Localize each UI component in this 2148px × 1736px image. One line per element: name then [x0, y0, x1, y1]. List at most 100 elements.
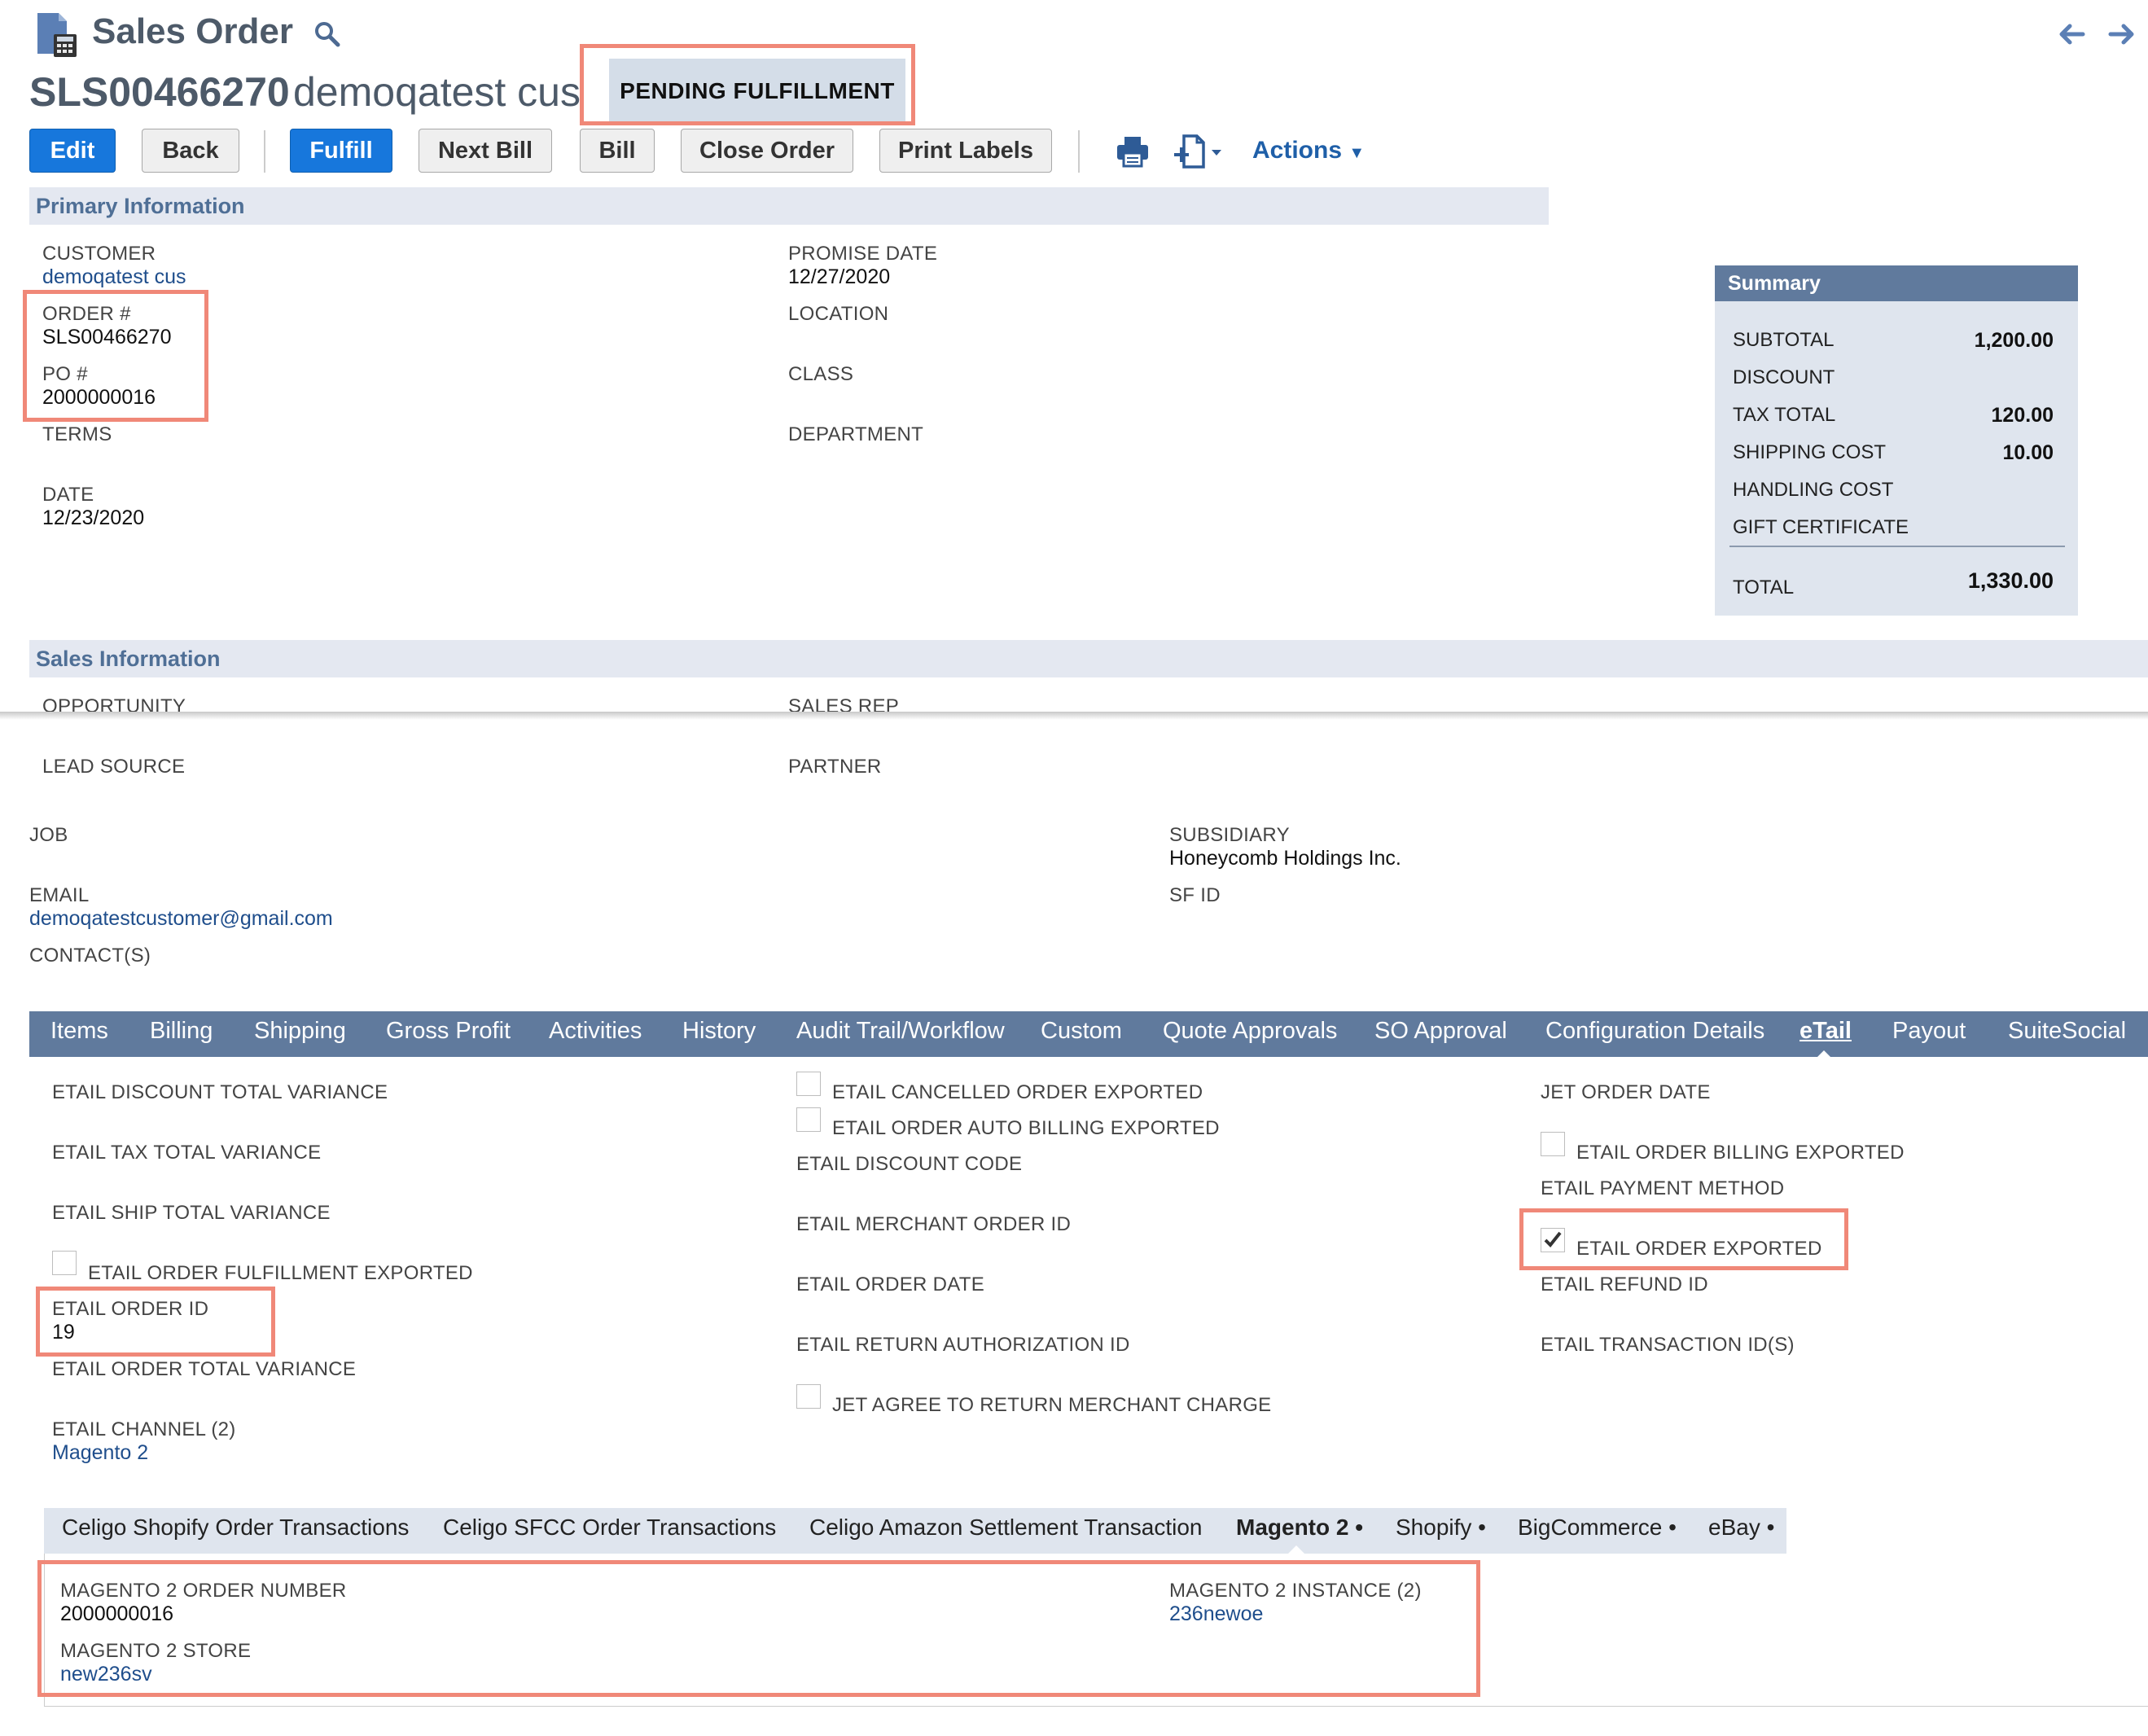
order-po-highlight: [23, 290, 208, 422]
subtab-bigcommerce-label: BigCommerce: [1518, 1515, 1663, 1540]
total-value: 1,330.00: [1967, 568, 2054, 593]
subsidiary-value: Honeycomb Holdings Inc.: [1169, 847, 1401, 870]
etail-auto-billing-exported-checkbox[interactable]: [796, 1107, 821, 1132]
tab-audit-trail[interactable]: Audit Trail/Workflow: [796, 1018, 1005, 1045]
bullet-icon: •: [1471, 1515, 1486, 1540]
active-tab-caret: [1816, 1050, 1832, 1059]
etail-total-variance-label: ETAIL ORDER TOTAL VARIANCE: [52, 1358, 357, 1380]
jet-order-date-label: JET ORDER DATE: [1541, 1081, 1711, 1103]
etail-discount-code-label: ETAIL DISCOUNT CODE: [796, 1153, 1023, 1175]
contacts-label: CONTACT(S): [29, 945, 151, 967]
bullet-icon: •: [1348, 1515, 1364, 1540]
etail-channel-link[interactable]: Magento 2: [52, 1441, 148, 1465]
new-document-icon[interactable]: [1173, 134, 1225, 169]
summary-title: Summary: [1715, 265, 2078, 301]
etail-payment-method-label: ETAIL PAYMENT METHOD: [1541, 1177, 1785, 1199]
tab-billing[interactable]: Billing: [150, 1018, 213, 1045]
jet-agree-label: JET AGREE TO RETURN MERCHANT CHARGE: [832, 1394, 1272, 1416]
subtab-celigo-amazon[interactable]: Celigo Amazon Settlement Transaction: [809, 1515, 1202, 1541]
customer-link[interactable]: demoqatest cus: [42, 265, 186, 289]
tab-custom[interactable]: Custom: [1041, 1018, 1122, 1045]
jet-agree-checkbox[interactable]: [796, 1384, 821, 1409]
tab-quote-approvals[interactable]: Quote Approvals: [1163, 1018, 1337, 1045]
etail-fulfillment-exported-checkbox[interactable]: [52, 1251, 77, 1275]
tab-payout[interactable]: Payout: [1892, 1018, 1966, 1045]
record-name: demoqatest cus: [293, 69, 581, 115]
sf-id-label: SF ID: [1169, 884, 1221, 906]
etail-auto-billing-exported-label: ETAIL ORDER AUTO BILLING EXPORTED: [832, 1117, 1220, 1139]
tab-so-approval[interactable]: SO Approval: [1374, 1018, 1507, 1045]
etail-transaction-ids-label: ETAIL TRANSACTION ID(S): [1541, 1334, 1795, 1356]
tab-suitesocial[interactable]: SuiteSocial: [2008, 1018, 2126, 1045]
summary-divider: [1729, 546, 2065, 547]
subtab-ebay[interactable]: eBay •: [1708, 1515, 1774, 1541]
summary-panel: [1715, 265, 2078, 616]
tax-total-label: TAX TOTAL: [1733, 404, 1836, 426]
class-label: CLASS: [788, 363, 854, 385]
tab-configuration-details[interactable]: Configuration Details: [1545, 1018, 1764, 1045]
etail-merchant-order-id-label: ETAIL MERCHANT ORDER ID: [796, 1213, 1072, 1235]
next-bill-button[interactable]: Next Bill: [419, 129, 552, 173]
close-order-button[interactable]: Close Order: [681, 129, 853, 173]
subtab-bigcommerce[interactable]: BigCommerce •: [1518, 1515, 1677, 1541]
handling-cost-label: HANDLING COST: [1733, 479, 1894, 501]
fulfill-button[interactable]: Fulfill: [290, 129, 392, 173]
subtab-shopify-label: Shopify: [1396, 1515, 1472, 1540]
actions-menu[interactable]: Actions ▼: [1252, 137, 1365, 164]
total-label: TOTAL: [1733, 576, 1795, 598]
date-value: 12/23/2020: [42, 506, 145, 529]
subtab-celigo-sfcc[interactable]: Celigo SFCC Order Transactions: [443, 1515, 776, 1541]
etail-billing-exported-checkbox[interactable]: [1541, 1132, 1565, 1156]
sales-order-icon: [34, 11, 80, 59]
sales-information-header[interactable]: Sales Information: [29, 640, 2148, 677]
etail-order-id-highlight: [36, 1287, 275, 1357]
status-highlight: [580, 44, 915, 125]
primary-information-header[interactable]: Primary Information: [29, 187, 1549, 225]
actions-label: Actions: [1252, 137, 1343, 164]
back-button[interactable]: Back: [142, 129, 239, 173]
customer-label: CUSTOMER: [42, 243, 156, 265]
subtab-magento-2[interactable]: Magento 2 •: [1236, 1515, 1363, 1541]
promise-date-label: PROMISE DATE: [788, 243, 938, 265]
lead-source-label: LEAD SOURCE: [42, 756, 186, 778]
tab-etail[interactable]: eTail: [1799, 1018, 1852, 1045]
subtotal-label: SUBTOTAL: [1733, 329, 1835, 351]
etail-order-exported-highlight: [1519, 1208, 1848, 1270]
print-icon[interactable]: [1116, 135, 1150, 168]
record-number: SLS00466270: [29, 69, 290, 115]
tab-gross-profit[interactable]: Gross Profit: [386, 1018, 511, 1045]
bullet-icon: •: [1662, 1515, 1677, 1540]
email-link[interactable]: demoqatestcustomer@gmail.com: [29, 907, 333, 931]
tab-activities[interactable]: Activities: [549, 1018, 642, 1045]
toolbar-divider: [264, 130, 265, 173]
subtab-celigo-shopify[interactable]: Celigo Shopify Order Transactions: [62, 1515, 409, 1541]
department-label: DEPARTMENT: [788, 423, 924, 445]
etail-cancelled-exported-checkbox[interactable]: [796, 1072, 821, 1096]
subtab-shopify[interactable]: Shopify •: [1396, 1515, 1486, 1541]
etail-discount-variance-label: ETAIL DISCOUNT TOTAL VARIANCE: [52, 1081, 388, 1103]
print-labels-button[interactable]: Print Labels: [879, 129, 1052, 173]
etail-order-date-label: ETAIL ORDER DATE: [796, 1274, 985, 1295]
bullet-icon: •: [1760, 1515, 1775, 1540]
bill-button[interactable]: Bill: [580, 129, 655, 173]
etail-fulfillment-exported-label: ETAIL ORDER FULFILLMENT EXPORTED: [88, 1262, 473, 1284]
chevron-down-icon: ▼: [1348, 144, 1366, 162]
search-icon[interactable]: [313, 20, 342, 49]
etail-return-auth-id-label: ETAIL RETURN AUTHORIZATION ID: [796, 1334, 1130, 1356]
etail-cancelled-exported-label: ETAIL CANCELLED ORDER EXPORTED: [832, 1081, 1203, 1103]
email-label: EMAIL: [29, 884, 90, 906]
tab-shipping[interactable]: Shipping: [254, 1018, 346, 1045]
toolbar-divider: [1078, 130, 1080, 173]
forward-arrow-icon[interactable]: [2107, 21, 2137, 47]
date-label: DATE: [42, 484, 94, 506]
page-title: Sales Order: [92, 11, 294, 51]
screenshot-seam: [0, 712, 2148, 720]
back-arrow-icon[interactable]: [2057, 21, 2086, 47]
tab-items[interactable]: Items: [50, 1018, 108, 1045]
tab-history[interactable]: History: [682, 1018, 756, 1045]
etail-refund-id-label: ETAIL REFUND ID: [1541, 1274, 1708, 1295]
etail-ship-variance-label: ETAIL SHIP TOTAL VARIANCE: [52, 1202, 331, 1224]
edit-button[interactable]: Edit: [29, 129, 116, 173]
shipping-cost-value: 10.00: [2002, 441, 2054, 464]
terms-label: TERMS: [42, 423, 112, 445]
